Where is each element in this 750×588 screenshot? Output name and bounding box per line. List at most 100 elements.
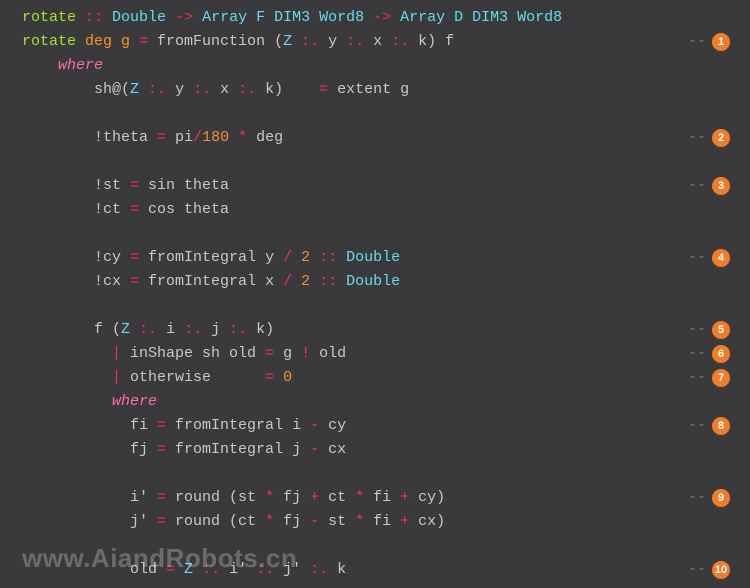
token: :: bbox=[319, 249, 346, 266]
code-line-content: !theta = pi/180 * deg bbox=[22, 126, 283, 150]
token: !ct bbox=[22, 201, 130, 218]
token: ! bbox=[301, 345, 319, 362]
token: cx) bbox=[418, 513, 445, 530]
token: fromIntegral i bbox=[175, 417, 310, 434]
token: i' bbox=[22, 489, 157, 506]
token: fi bbox=[373, 489, 400, 506]
code-line: j' = round (ct * fj - st * fi + cx) bbox=[22, 510, 738, 534]
token: + bbox=[310, 489, 328, 506]
token: fi bbox=[373, 513, 400, 530]
code-line-content bbox=[22, 534, 31, 558]
token: fromIntegral y bbox=[148, 249, 283, 266]
token: | bbox=[22, 345, 130, 362]
token: i bbox=[166, 321, 184, 338]
token: = bbox=[157, 489, 175, 506]
token: g bbox=[283, 345, 301, 362]
code-line: !theta = pi/180 * deg--2 bbox=[22, 126, 738, 150]
token: * bbox=[355, 489, 373, 506]
token: inShape sh old bbox=[130, 345, 265, 362]
token: - bbox=[310, 513, 328, 530]
token: :. bbox=[193, 81, 220, 98]
code-line: fj = fromIntegral j - cx bbox=[22, 438, 738, 462]
code-line-content: j' = round (ct * fj - st * fi + cx) bbox=[22, 510, 445, 534]
code-line-content: !ct = cos theta bbox=[22, 198, 229, 222]
token: Z bbox=[283, 33, 301, 50]
token: y bbox=[175, 81, 193, 98]
token: fj bbox=[22, 441, 157, 458]
token: :. bbox=[148, 81, 175, 98]
token: = bbox=[265, 345, 283, 362]
code-line: i' = round (st * fj + ct * fi + cy)--9 bbox=[22, 486, 738, 510]
token: fromIntegral x bbox=[148, 273, 283, 290]
token: Array D DIM3 Word8 bbox=[400, 9, 562, 26]
token: !st bbox=[22, 177, 130, 194]
code-line: f (Z :. i :. j :. k)--5 bbox=[22, 318, 738, 342]
annotation-badge: 9 bbox=[712, 489, 730, 507]
token: !cx bbox=[22, 273, 130, 290]
token: :. bbox=[184, 321, 211, 338]
token: st bbox=[328, 513, 355, 530]
token: Array F DIM3 Word8 bbox=[202, 9, 373, 26]
token: j' bbox=[283, 561, 310, 578]
annotation-badge: 4 bbox=[712, 249, 730, 267]
token: = bbox=[130, 177, 148, 194]
code-line: where bbox=[22, 54, 738, 78]
annotation-dashes: -- bbox=[688, 558, 706, 582]
annotation-badge: 1 bbox=[712, 33, 730, 51]
token bbox=[22, 537, 31, 554]
token: * bbox=[265, 489, 283, 506]
code-block: rotate :: Double -> Array F DIM3 Word8 -… bbox=[0, 0, 750, 588]
annotation-dashes: -- bbox=[688, 126, 706, 150]
token: :. bbox=[310, 561, 337, 578]
token: fj bbox=[283, 489, 310, 506]
code-line: fi = fromIntegral i - cy--8 bbox=[22, 414, 738, 438]
token: k) bbox=[256, 321, 274, 338]
code-line-content bbox=[22, 222, 31, 246]
token: :. bbox=[139, 321, 166, 338]
token: fromFunction ( bbox=[157, 33, 283, 50]
token: 2 bbox=[301, 273, 319, 290]
code-line bbox=[22, 534, 738, 558]
token: = bbox=[157, 129, 175, 146]
code-line: | inShape sh old = g ! old--6 bbox=[22, 342, 738, 366]
token: + bbox=[400, 513, 418, 530]
token: -> bbox=[175, 9, 202, 26]
token: * bbox=[355, 513, 373, 530]
annotation-dashes: -- bbox=[688, 318, 706, 342]
code-line: rotate deg g = fromFunction (Z :. y :. x… bbox=[22, 30, 738, 54]
code-line-content: rotate deg g = fromFunction (Z :. y :. x… bbox=[22, 30, 454, 54]
token bbox=[22, 297, 31, 314]
token bbox=[22, 57, 58, 74]
token: :: bbox=[319, 273, 346, 290]
token: :. bbox=[202, 561, 229, 578]
line-annotation: --3 bbox=[688, 174, 738, 198]
code-line-content: old = Z :. i' :. j' :. k bbox=[22, 558, 346, 582]
code-line-content: sh@(Z :. y :. x :. k) = extent g bbox=[22, 78, 409, 102]
code-line: !st = sin theta --3 bbox=[22, 174, 738, 198]
token: sh@( bbox=[22, 81, 130, 98]
line-annotation: --1 bbox=[688, 30, 738, 54]
code-line-content: fj = fromIntegral j - cx bbox=[22, 438, 346, 462]
token: = bbox=[157, 513, 175, 530]
code-line-content bbox=[22, 462, 31, 486]
token: sin theta bbox=[148, 177, 229, 194]
code-line bbox=[22, 222, 738, 246]
token: / bbox=[283, 273, 301, 290]
annotation-dashes: -- bbox=[688, 486, 706, 510]
token: | bbox=[22, 369, 130, 386]
token: 2 bbox=[301, 249, 319, 266]
annotation-badge: 3 bbox=[712, 177, 730, 195]
annotation-badge: 8 bbox=[712, 417, 730, 435]
token: / bbox=[283, 249, 301, 266]
token: i' bbox=[229, 561, 256, 578]
code-line-content bbox=[22, 102, 31, 126]
token: x bbox=[220, 81, 238, 98]
token: y bbox=[328, 33, 346, 50]
token: = bbox=[130, 249, 148, 266]
annotation-dashes: -- bbox=[688, 246, 706, 270]
line-annotation: -- 9 bbox=[688, 486, 738, 510]
token: Double bbox=[346, 249, 400, 266]
token: x bbox=[373, 33, 391, 50]
token: + bbox=[400, 489, 418, 506]
token: k) bbox=[265, 81, 319, 98]
